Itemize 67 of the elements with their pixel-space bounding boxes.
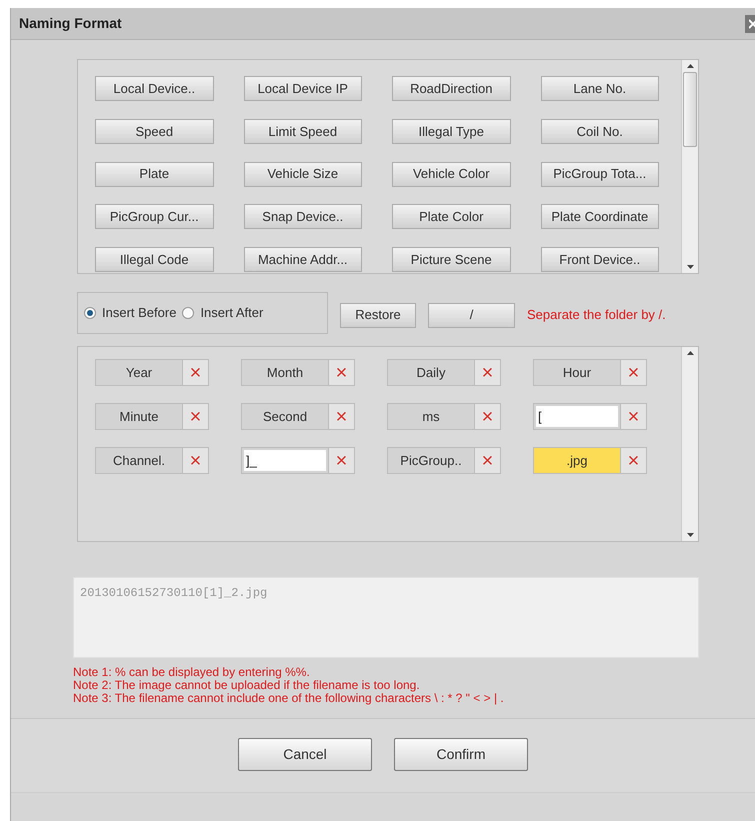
- separator-hint: Separate the folder by /.: [527, 306, 666, 324]
- field-button[interactable]: Snap Device..: [244, 204, 362, 230]
- scroll-down-icon[interactable]: [686, 533, 694, 537]
- field-button[interactable]: PicGroup Tota...: [540, 162, 659, 187]
- format-tag[interactable]: Daily: [387, 359, 475, 386]
- note-text: Note 3: The filename cannot include one of the following characters \ : * ? " < > | .: [73, 692, 505, 705]
- remove-button[interactable]: ×: [329, 403, 355, 430]
- format-tag[interactable]: .jpg: [533, 447, 621, 474]
- close-button[interactable]: [745, 14, 755, 32]
- scroll-down-icon[interactable]: [686, 265, 694, 269]
- field-button[interactable]: Machine Addr...: [244, 247, 362, 272]
- field-button[interactable]: RoadDirection: [392, 76, 510, 101]
- field-button[interactable]: Vehicle Color: [392, 162, 510, 187]
- field-button[interactable]: PicGroup Cur...: [95, 204, 214, 230]
- field-button[interactable]: Limit Speed: [244, 118, 362, 144]
- field-button[interactable]: Plate Coordinate: [540, 204, 659, 230]
- scrollbar[interactable]: [681, 60, 698, 273]
- field-button[interactable]: Illegal Type: [392, 118, 510, 144]
- separator-button[interactable]: /: [428, 302, 515, 328]
- format-tag[interactable]: Year: [95, 359, 183, 386]
- format-tag[interactable]: Hour: [533, 359, 621, 386]
- note-text: Note 1: % can be displayed by entering %%.: [73, 666, 311, 679]
- format-tag[interactable]: PicGroup..: [387, 447, 475, 474]
- separator-field[interactable]: [: [533, 403, 621, 430]
- remove-button[interactable]: ×: [475, 359, 501, 386]
- radio-button[interactable]: [182, 307, 194, 319]
- scroll-up-icon[interactable]: [686, 64, 694, 68]
- remove-button[interactable]: ×: [183, 447, 209, 474]
- scroll-thumb[interactable]: [683, 72, 697, 147]
- format-tag[interactable]: Second: [241, 403, 329, 430]
- field-button[interactable]: Plate Color: [392, 204, 510, 230]
- field-button[interactable]: Coil No.: [540, 118, 659, 144]
- field-button[interactable]: Illegal Code: [95, 247, 214, 272]
- format-tag[interactable]: Month: [241, 359, 329, 386]
- remove-button[interactable]: ×: [329, 447, 355, 474]
- remove-button[interactable]: ×: [475, 447, 501, 474]
- remove-button[interactable]: ×: [621, 403, 647, 430]
- dialog-button[interactable]: Cancel: [238, 738, 372, 770]
- dialog-button[interactable]: Confirm: [394, 738, 528, 770]
- field-button[interactable]: Picture Scene: [392, 247, 510, 272]
- restore-button[interactable]: Restore: [340, 302, 416, 328]
- format-tag[interactable]: Minute: [95, 403, 183, 430]
- separator-field[interactable]: ]_: [241, 447, 329, 474]
- field-button[interactable]: Front Device..: [540, 247, 659, 272]
- remove-button[interactable]: ×: [183, 359, 209, 386]
- remove-button[interactable]: ×: [621, 359, 647, 386]
- field-button[interactable]: Lane No.: [540, 76, 659, 101]
- field-button[interactable]: Vehicle Size: [244, 162, 362, 187]
- remove-button[interactable]: ×: [621, 447, 647, 474]
- close-icon: [749, 18, 755, 28]
- remove-button[interactable]: ×: [183, 403, 209, 430]
- field-button[interactable]: Plate: [95, 162, 214, 187]
- note-text: Note 2: The image cannot be uploaded if the filename is too long.: [73, 679, 421, 692]
- format-tag[interactable]: Channel.: [95, 447, 183, 474]
- format-tag[interactable]: ms: [387, 403, 475, 430]
- field-button[interactable]: Local Device IP: [244, 76, 362, 101]
- remove-button[interactable]: ×: [329, 359, 355, 386]
- remove-button[interactable]: ×: [475, 403, 501, 430]
- filename-preview: 20130106152730110[1]_2.jpg: [73, 577, 699, 658]
- scroll-up-icon[interactable]: [686, 351, 694, 355]
- radio-label[interactable]: Insert Before: [102, 303, 176, 323]
- dialog-title: Naming Format: [19, 14, 122, 33]
- field-button[interactable]: Local Device..: [95, 76, 214, 101]
- field-button[interactable]: Speed: [95, 118, 214, 144]
- radio-label[interactable]: Insert After: [200, 303, 264, 323]
- radio-button[interactable]: [84, 307, 96, 319]
- scrollbar[interactable]: [681, 347, 698, 541]
